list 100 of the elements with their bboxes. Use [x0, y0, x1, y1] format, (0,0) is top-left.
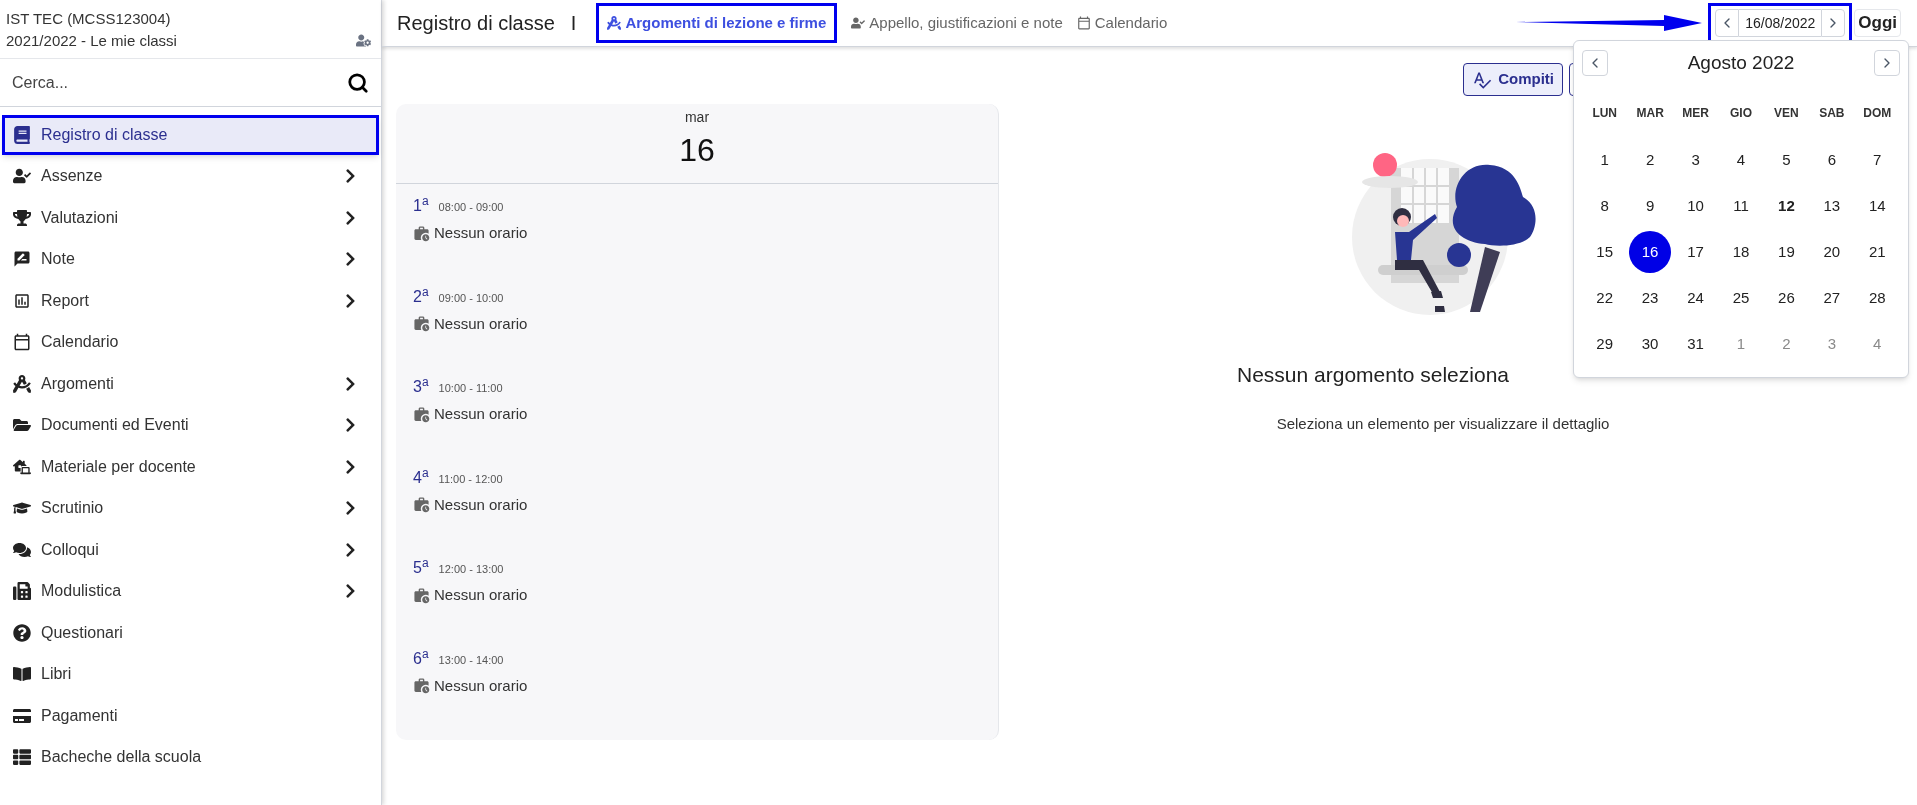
open-book-icon — [13, 665, 31, 684]
calendar-day[interactable]: 17 — [1674, 231, 1717, 273]
calendar-day[interactable]: 6 — [1810, 139, 1853, 181]
sidebar-item[interactable]: Report — [2, 280, 379, 321]
tab[interactable]: Appello, giustificazioni e note — [851, 3, 1063, 43]
note-icon — [13, 250, 31, 269]
calendar-day[interactable]: 23 — [1629, 277, 1672, 319]
list-icon — [13, 748, 31, 767]
weekday-header: MAR — [1635, 104, 1665, 122]
chevron-right-icon — [344, 168, 357, 185]
calendar-day[interactable]: 31 — [1674, 323, 1717, 365]
calendar-day[interactable]: 1 — [1720, 323, 1762, 365]
menu-label: Argomenti — [41, 373, 115, 394]
calendar-day[interactable]: 2 — [1765, 323, 1808, 365]
sidebar-item[interactable]: Documenti ed Eventi — [2, 405, 379, 446]
chevron-right-icon — [344, 251, 357, 268]
sidebar-item[interactable]: Pagamenti — [2, 695, 379, 736]
calendar-day[interactable]: 19 — [1765, 231, 1808, 273]
weekday-header: SAB — [1818, 104, 1846, 122]
chevron-right-icon — [344, 375, 357, 392]
date-field[interactable]: 16/08/2022 — [1739, 9, 1822, 37]
calendar-day[interactable]: 26 — [1765, 277, 1808, 319]
tab[interactable]: Argomenti di lezione e firme — [596, 3, 838, 43]
calendar-day[interactable]: 13 — [1810, 185, 1853, 227]
homework-button[interactable]: Compiti — [1463, 63, 1563, 96]
chevron-right-icon — [344, 209, 357, 226]
chevron-right-icon — [344, 500, 357, 517]
tab[interactable]: Calendario — [1076, 3, 1168, 43]
calendar-day[interactable]: 2 — [1629, 139, 1672, 181]
next-month-button[interactable] — [1874, 50, 1900, 77]
calendar-day[interactable]: 20 — [1810, 231, 1853, 273]
previous-month-button[interactable] — [1582, 50, 1608, 77]
sidebar-item[interactable]: Questionari — [2, 612, 379, 653]
sidebar-item[interactable]: Registro di classe — [2, 115, 379, 155]
sidebar-item[interactable]: Bacheche della scuola — [2, 737, 379, 778]
calendar-day[interactable]: 22 — [1583, 277, 1626, 319]
sidebar-item[interactable]: Valutazioni — [2, 197, 379, 238]
previous-day-button[interactable] — [1715, 9, 1740, 37]
calendar-day[interactable]: 14 — [1856, 185, 1899, 227]
sidebar-item[interactable]: Note — [2, 239, 379, 280]
sidebar-item[interactable]: Calendario — [2, 322, 379, 363]
period-status: Nessun orario — [434, 223, 528, 243]
user-check-icon — [13, 167, 31, 186]
search-field[interactable]: Cerca... — [12, 70, 347, 95]
title-separator: I — [570, 11, 577, 36]
next-day-button[interactable] — [1821, 9, 1846, 37]
period-time: 09:00 - 10:00 — [438, 290, 504, 306]
sidebar-item[interactable]: Materiale per docente — [2, 446, 379, 487]
sidebar-item[interactable]: Colloqui — [2, 529, 379, 570]
user-settings-icon[interactable] — [356, 33, 371, 48]
calendar-day[interactable]: 16 — [1629, 231, 1672, 273]
empty-state-subtitle: Seleziona un elemento per visualizzare il dettaglio — [1276, 413, 1610, 434]
menu-label: Materiale per docente — [41, 456, 197, 477]
calendar-day[interactable]: 10 — [1674, 185, 1717, 227]
calendar-day[interactable]: 9 — [1629, 185, 1672, 227]
period-time: 13:00 - 14:00 — [438, 652, 504, 668]
period-status: Nessun orario — [434, 585, 528, 605]
sidebar-item[interactable]: Modulistica — [2, 571, 379, 612]
today-button[interactable]: Oggi — [1854, 9, 1901, 37]
menu-label: Assenze — [41, 166, 104, 187]
book-icon — [13, 126, 31, 144]
calendar-day[interactable]: 24 — [1674, 277, 1717, 319]
calendar-day[interactable]: 12 — [1765, 185, 1808, 227]
day-number: 16 — [679, 131, 715, 170]
sidebar-item[interactable]: Libri — [2, 654, 379, 695]
calendar-day[interactable]: 18 — [1720, 231, 1762, 273]
chevron-right-icon — [344, 458, 357, 475]
briefcase-clock-icon — [413, 586, 430, 604]
menu-label: Calendario — [41, 332, 120, 353]
calendar-day[interactable]: 5 — [1765, 139, 1808, 181]
calendar-day[interactable]: 3 — [1810, 323, 1853, 365]
calendar-day[interactable]: 30 — [1629, 323, 1672, 365]
period-number: 2$^{a}$ — [413, 284, 429, 307]
briefcase-clock-icon — [413, 224, 430, 242]
briefcase-clock-icon — [413, 496, 430, 514]
period-time: 12:00 - 13:00 — [438, 562, 504, 577]
calendar-day[interactable]: 7 — [1856, 139, 1899, 181]
calendar-day[interactable]: 21 — [1856, 231, 1899, 273]
menu-label: Questionari — [41, 622, 124, 643]
menu-label: Registro di classe — [41, 125, 169, 145]
chevron-right-icon — [344, 541, 357, 558]
calendar-day[interactable]: 15 — [1583, 231, 1626, 273]
sidebar-item[interactable]: Argomenti — [2, 363, 379, 404]
weekday-header: DOM — [1862, 104, 1893, 122]
calendar-day[interactable]: 28 — [1856, 277, 1899, 319]
calendar-day[interactable]: 11 — [1720, 185, 1762, 227]
compass-icon — [607, 16, 622, 30]
calendar-day[interactable]: 27 — [1810, 277, 1853, 319]
school-name: IST TEC (MCSS123004) — [6, 9, 171, 29]
calendar-day[interactable]: 3 — [1674, 139, 1717, 181]
page-title: Registro di classe — [397, 11, 555, 36]
sidebar-item[interactable]: Assenze — [2, 156, 379, 197]
search-icon[interactable] — [347, 71, 369, 94]
sidebar-item[interactable]: Scrutinio — [2, 488, 379, 529]
weekday-label: mar — [684, 108, 710, 127]
calendar-day[interactable]: 4 — [1720, 139, 1762, 181]
calendar-day[interactable]: 25 — [1720, 277, 1762, 319]
calendar-day[interactable]: 29 — [1583, 323, 1626, 365]
calendar-day[interactable]: 8 — [1583, 185, 1626, 227]
calendar-day[interactable]: 1 — [1583, 139, 1626, 181]
